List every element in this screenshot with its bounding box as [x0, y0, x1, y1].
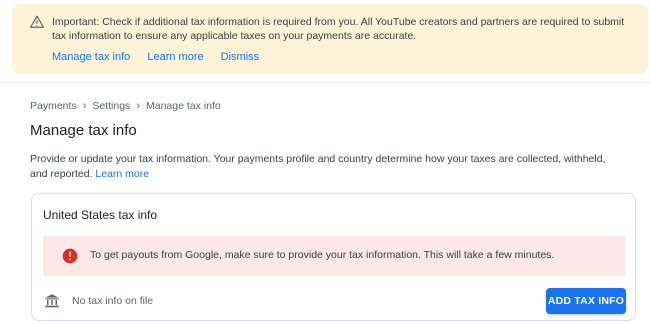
divider	[0, 82, 650, 83]
page-description: Provide or update your tax information. …	[30, 152, 620, 182]
tax-info-status: No tax info on file	[72, 295, 154, 307]
warning-icon	[30, 15, 44, 28]
breadcrumb-payments[interactable]: Payments	[30, 100, 77, 112]
description-learn-more-link[interactable]: Learn more	[95, 168, 149, 180]
alert-text: To get payouts from Google, make sure to…	[90, 249, 555, 261]
breadcrumb-settings[interactable]: Settings	[92, 100, 130, 112]
banner-message: Important: Check if additional tax infor…	[52, 16, 625, 42]
learn-more-link[interactable]: Learn more	[147, 51, 203, 63]
card-title: United States tax info	[43, 208, 158, 222]
page-title: Manage tax info	[30, 122, 137, 139]
payout-alert: To get payouts from Google, make sure to…	[43, 236, 625, 276]
chevron-right-icon: ›	[82, 100, 87, 112]
error-icon	[62, 248, 78, 264]
banner-links: Manage tax info Learn more Dismiss	[52, 51, 273, 63]
tax-info-card: United States tax info To get payouts fr…	[31, 193, 636, 321]
add-tax-info-button[interactable]: ADD TAX INFO	[546, 288, 626, 314]
bank-icon	[45, 294, 59, 308]
breadcrumb: Payments › Settings › Manage tax info	[30, 100, 221, 112]
dismiss-link[interactable]: Dismiss	[221, 51, 260, 63]
manage-tax-info-link[interactable]: Manage tax info	[52, 51, 130, 63]
breadcrumb-manage-tax-info: Manage tax info	[145, 100, 221, 112]
tax-info-banner: Important: Check if additional tax infor…	[12, 4, 648, 74]
chevron-right-icon: ›	[136, 100, 140, 112]
